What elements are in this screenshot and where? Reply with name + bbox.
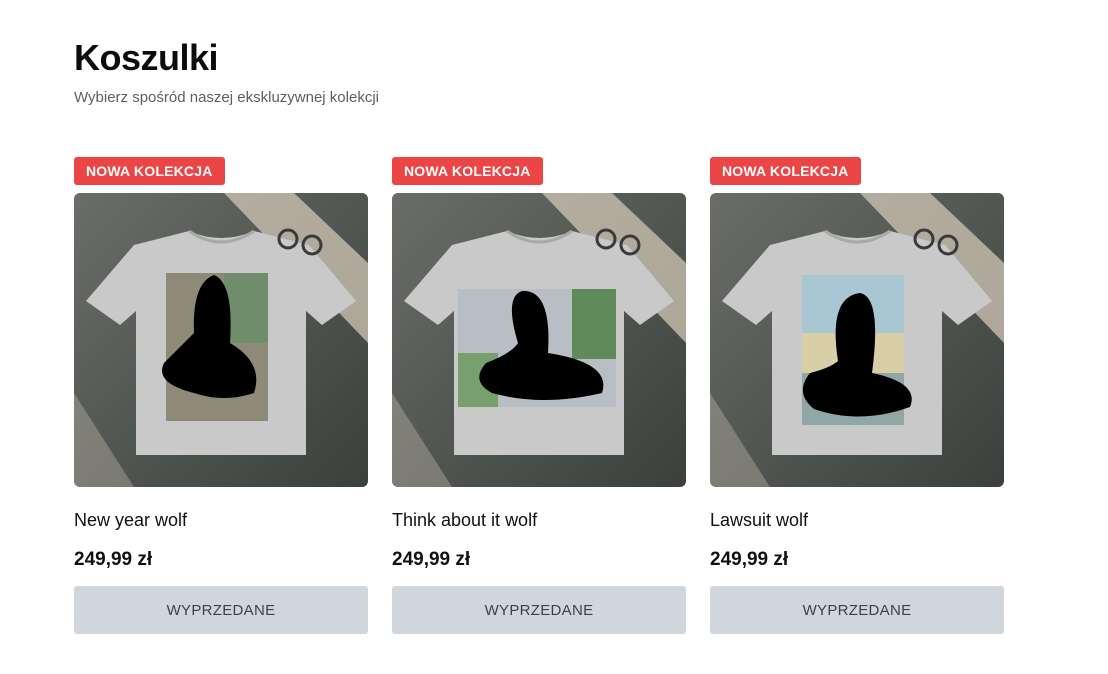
product-name[interactable]: Think about it wolf <box>392 508 686 532</box>
product-image[interactable] <box>392 193 686 487</box>
product-name[interactable]: Lawsuit wolf <box>710 508 1004 532</box>
product-image[interactable] <box>710 193 1004 487</box>
product-card[interactable]: NOWA KOLEKCJA <box>710 157 1004 634</box>
sold-out-button[interactable]: WYPRZEDANE <box>710 586 1004 634</box>
new-collection-badge: NOWA KOLEKCJA <box>74 157 225 185</box>
product-price: 249,99 zł <box>392 549 471 570</box>
tshirt-photo <box>74 193 368 487</box>
new-collection-badge: NOWA KOLEKCJA <box>392 157 543 185</box>
tshirt-photo <box>392 193 686 487</box>
tshirt-photo <box>710 193 1004 487</box>
page-subtitle: Wybierz spośród naszej ekskluzywnej kole… <box>74 89 379 106</box>
page-title: Koszulki <box>74 37 219 78</box>
sold-out-button[interactable]: WYPRZEDANE <box>74 586 368 634</box>
sold-out-button[interactable]: WYPRZEDANE <box>392 586 686 634</box>
product-image[interactable] <box>74 193 368 487</box>
new-collection-badge: NOWA KOLEKCJA <box>710 157 861 185</box>
product-name[interactable]: New year wolf <box>74 508 368 532</box>
product-card[interactable]: NOWA KOLEKCJA New year wolf 249,99 zł WY… <box>74 157 368 634</box>
product-price: 249,99 zł <box>710 549 789 570</box>
product-card[interactable]: NOWA KOLEKCJA <box>392 157 686 634</box>
product-grid: NOWA KOLEKCJA New year wolf 249,99 zł WY… <box>74 157 1004 634</box>
product-price: 249,99 zł <box>74 549 153 570</box>
page-header: Koszulki Wybierz spośród naszej ekskluzy… <box>74 36 379 108</box>
